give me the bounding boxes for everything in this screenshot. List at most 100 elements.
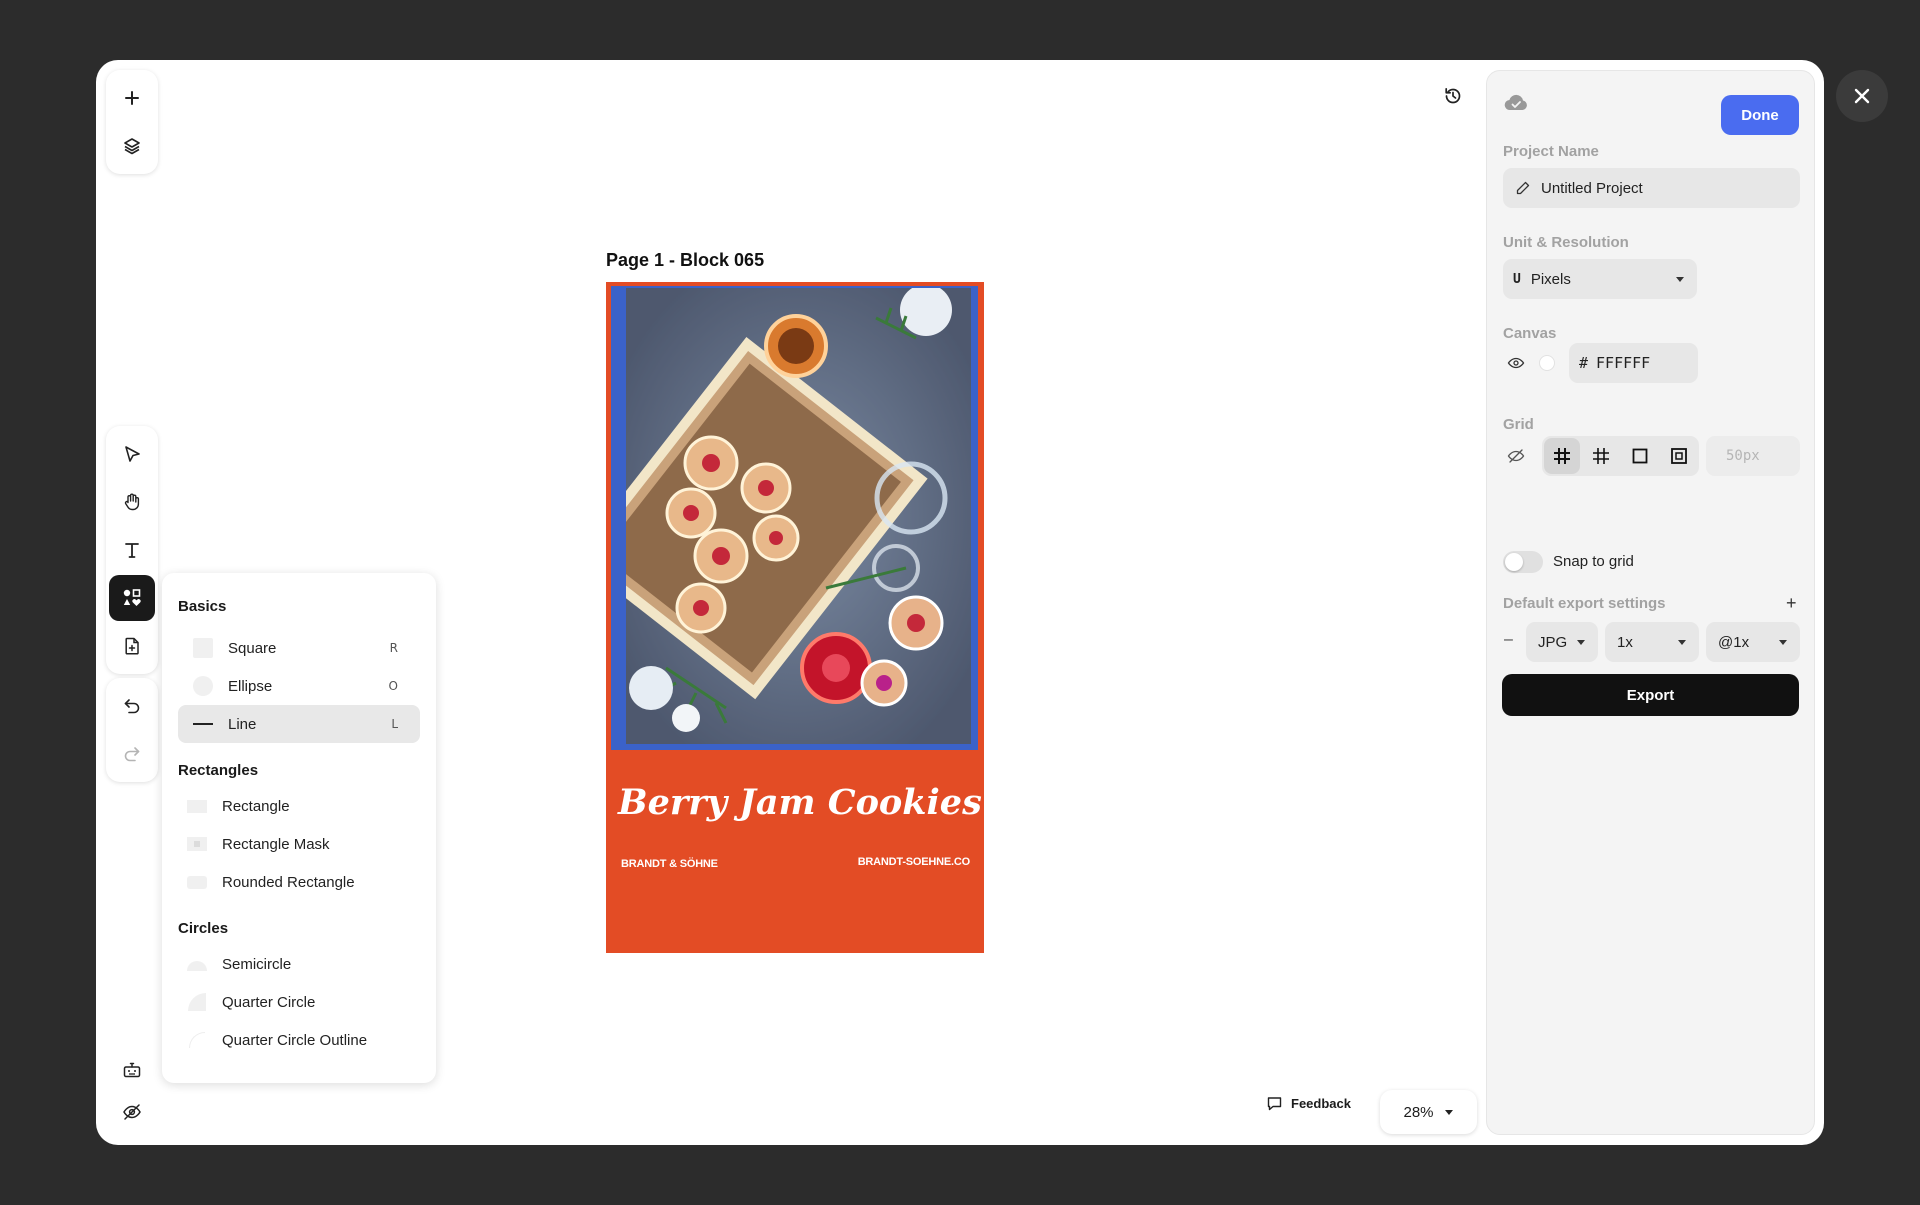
export-row-anchor: – JPG 1x @1x Export	[1486, 70, 1815, 716]
shape-item-semicircle[interactable]: Semicircle	[178, 945, 420, 983]
export-button[interactable]: Export	[1502, 674, 1799, 716]
feedback-label: Feedback	[1291, 1096, 1351, 1111]
project-name-label: Project Name	[1503, 143, 1599, 160]
project-name-value: Untitled Project	[1541, 179, 1643, 197]
shapes-tool-button[interactable]	[109, 575, 155, 621]
quarter-circle-icon	[188, 993, 206, 1011]
unit-select[interactable]: U Pixels	[1503, 259, 1697, 299]
add-page-button[interactable]	[109, 623, 155, 669]
density-select[interactable]: @1x	[1706, 622, 1800, 662]
export-settings-label: Default export settings	[1503, 595, 1666, 612]
shape-item-line[interactable]: Line L	[178, 705, 420, 743]
comment-icon	[1267, 1097, 1282, 1111]
grid-size-field[interactable]: 50px	[1706, 436, 1800, 476]
canvas-label: Canvas	[1503, 325, 1557, 342]
artboard-brand[interactable]: BRANDT & SÖHNE	[621, 858, 718, 870]
text-icon	[125, 543, 139, 558]
cloud-check-icon	[1504, 94, 1527, 111]
shortcut-key: R	[389, 641, 398, 655]
shape-label: Square	[228, 639, 277, 657]
artboard-url[interactable]: BRANDT-SOEHNE.CO	[858, 856, 971, 868]
rounded-rectangle-icon	[187, 875, 207, 889]
caret-down-icon	[1779, 639, 1787, 645]
keyboard-shortcuts-button[interactable]	[110, 1052, 154, 1088]
canvas-color-value: FFFFFF	[1596, 354, 1651, 372]
shape-item-quarter-circle[interactable]: Quarter Circle	[178, 983, 420, 1021]
page-label: Page 1 - Block 065	[606, 250, 765, 270]
artboard[interactable]: Berry Jam Cookies BRANDT & SÖHNE BRANDT-…	[606, 282, 984, 953]
eye-off-icon	[123, 1104, 141, 1120]
done-button[interactable]: Done	[1721, 95, 1799, 135]
canvas-color-swatch[interactable]	[1539, 355, 1555, 371]
shape-item-rounded-rectangle[interactable]: Rounded Rectangle	[178, 863, 420, 901]
photo-frame	[611, 286, 978, 750]
scale-value: 1x	[1617, 633, 1633, 651]
caret-down-icon	[1676, 276, 1684, 282]
canvas-color-field[interactable]: # FFFFFF	[1569, 343, 1698, 383]
toolbar-tools	[106, 426, 158, 674]
close-button[interactable]	[1836, 70, 1888, 122]
toolbar-history	[106, 678, 158, 782]
project-name-field[interactable]: Untitled Project	[1503, 168, 1800, 208]
eye-icon[interactable]	[1507, 356, 1525, 370]
toolbar-top	[106, 70, 158, 174]
hash-grid-icon	[1593, 448, 1609, 464]
shape-label: Ellipse	[228, 677, 273, 695]
feedback-button[interactable]: Feedback	[1266, 1095, 1351, 1112]
shape-label: Quarter Circle	[222, 993, 316, 1011]
hide-ui-button[interactable]	[110, 1094, 154, 1130]
shape-label: Rounded Rectangle	[222, 873, 355, 891]
shapes-icon	[123, 589, 141, 606]
hand-icon	[124, 493, 140, 511]
shape-item-quarter-circle-outline[interactable]: Quarter Circle Outline	[178, 1021, 420, 1059]
shape-item-square[interactable]: Square R	[178, 629, 420, 667]
add-button[interactable]	[109, 75, 155, 121]
redo-button[interactable]	[109, 731, 155, 777]
grid-margin-button[interactable]	[1661, 438, 1697, 474]
add-page-icon	[125, 637, 139, 655]
robot-icon	[123, 1062, 141, 1078]
shortcut-key: L	[391, 717, 398, 731]
caret-down-icon	[1444, 1109, 1453, 1115]
grid-lines-icon	[1554, 448, 1570, 464]
shape-label: Rectangle	[222, 797, 290, 815]
semicircle-icon	[187, 961, 207, 971]
undo-button[interactable]	[109, 683, 155, 729]
shape-item-rectangle-mask[interactable]: Rectangle Mask	[178, 825, 420, 863]
remove-export-button[interactable]: –	[1504, 631, 1513, 649]
caret-down-icon	[1577, 639, 1585, 645]
layers-icon	[124, 138, 140, 155]
rectangle-mask-icon	[187, 837, 207, 851]
quarter-circle-outline-icon	[189, 1032, 205, 1048]
redo-icon	[124, 747, 140, 762]
zoom-select[interactable]: 28%	[1380, 1090, 1477, 1134]
caret-down-icon	[1678, 639, 1686, 645]
add-export-button[interactable]: +	[1786, 593, 1797, 614]
history-icon	[1445, 87, 1461, 104]
shape-item-ellipse[interactable]: Ellipse O	[178, 667, 420, 705]
grid-lines-button[interactable]	[1544, 438, 1580, 474]
shortcut-key: O	[388, 679, 398, 693]
grid-label: Grid	[1503, 416, 1534, 433]
shape-item-rectangle[interactable]: Rectangle	[178, 787, 420, 825]
unit-prefix: U	[1513, 271, 1521, 287]
artboard-title[interactable]: Berry Jam Cookies	[618, 782, 982, 823]
snap-to-grid-toggle[interactable]	[1503, 551, 1543, 573]
select-tool-button[interactable]	[109, 431, 155, 477]
grid-hidden-icon[interactable]	[1507, 448, 1525, 464]
density-value: @1x	[1718, 633, 1750, 651]
rectangle-icon	[187, 799, 207, 813]
hand-tool-button[interactable]	[109, 479, 155, 525]
grid-frame-button[interactable]	[1622, 438, 1658, 474]
grid-hash-button[interactable]	[1583, 438, 1619, 474]
shapes-panel: Basics Square R Ellipse O Line L Rectang…	[162, 573, 436, 1083]
frame-icon	[1632, 448, 1648, 464]
scale-select[interactable]: 1x	[1605, 622, 1699, 662]
layers-button[interactable]	[109, 123, 155, 169]
cookie-photo[interactable]	[626, 288, 971, 744]
format-select[interactable]: JPG	[1526, 622, 1598, 662]
version-history-button[interactable]	[1435, 78, 1471, 114]
zoom-value: 28%	[1403, 1103, 1434, 1121]
shape-label: Quarter Circle Outline	[222, 1031, 368, 1049]
text-tool-button[interactable]	[109, 527, 155, 573]
